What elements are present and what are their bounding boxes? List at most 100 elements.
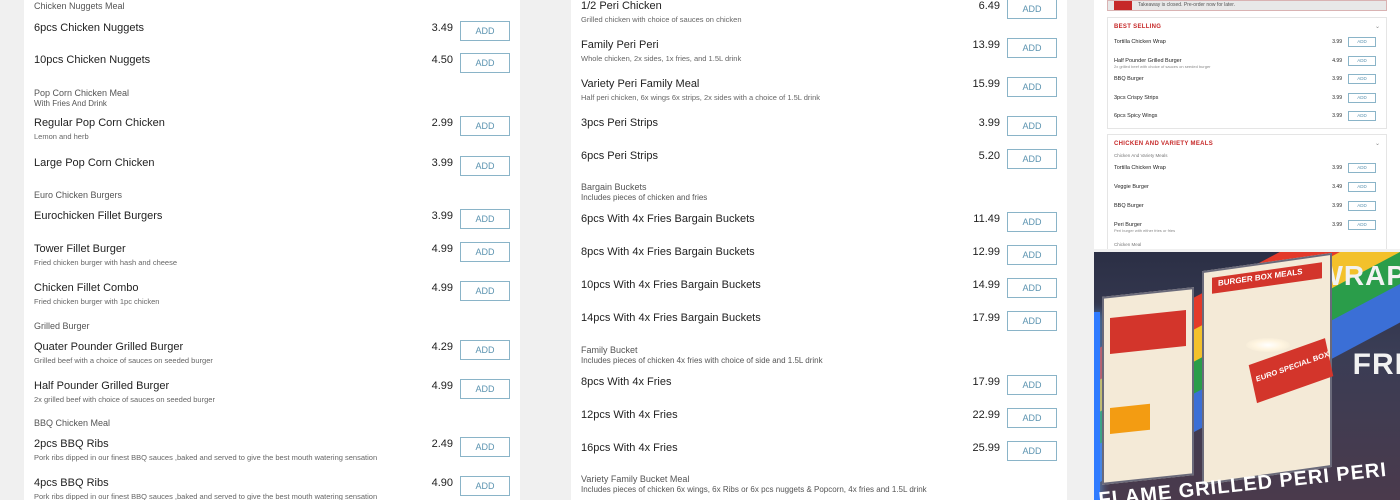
- preview-item-price: 3.99: [1332, 203, 1342, 209]
- menu-item-price: 6.49: [978, 0, 1000, 12]
- restaurant-logo: [1114, 1, 1132, 10]
- add-to-order-button[interactable]: ADD: [1007, 408, 1057, 428]
- menu-item-price: 4.99: [431, 243, 453, 255]
- led-strip: [1094, 312, 1100, 500]
- menu-item: Regular Pop Corn Chicken Lemon and herb 2.…: [34, 116, 510, 147]
- menu-item: 6pcs Peri Strips 5.20 ADD: [581, 149, 1057, 180]
- euro-special-box-text: EURO SPECIAL BOX: [1255, 349, 1330, 384]
- preview-add-button[interactable]: ADD: [1348, 163, 1376, 173]
- preview-item-price: 3.99: [1332, 113, 1342, 119]
- menu-item-description: Grilled chicken with choice of sauces on…: [581, 15, 742, 24]
- menu-item-description: Fried chicken burger with 1pc chicken: [34, 297, 160, 306]
- add-to-order-button[interactable]: ADD: [460, 281, 510, 301]
- preview-item-price: 3.99: [1332, 222, 1342, 228]
- best-selling-section: BEST SELLING ⌄ Tortilla Chicken Wrap 3.99…: [1107, 17, 1387, 129]
- preview-add-button[interactable]: ADD: [1348, 55, 1376, 66]
- add-to-order-button[interactable]: ADD: [460, 340, 510, 360]
- menu-item-description: Half peri chicken, 6x wings 6x strips, 2…: [581, 93, 820, 102]
- preview-menu-item: Half Pounder Grilled Burger 2x grilled be…: [1114, 55, 1380, 70]
- add-to-order-button[interactable]: ADD: [460, 116, 510, 136]
- preview-add-button[interactable]: ADD: [1348, 111, 1376, 121]
- preview-menu-item: BBQ Burger 3.99 ADD: [1114, 201, 1380, 215]
- preview-add-button[interactable]: ADD: [1348, 201, 1376, 211]
- menu-item: 10pcs With 4x Fries Bargain Buckets 14.99…: [581, 278, 1057, 309]
- menu-item-price: 4.99: [431, 282, 453, 294]
- menu-item: 14pcs With 4x Fries Bargain Buckets 17.99…: [581, 311, 1057, 342]
- menu-item: Tower Fillet Burger Fried chicken burger …: [34, 242, 510, 273]
- menu-item: 6pcs With 4x Fries Bargain Buckets 11.49 A…: [581, 212, 1057, 243]
- add-to-order-button[interactable]: ADD: [1007, 0, 1057, 19]
- preview-menu-item: BBQ Burger 3.99 ADD: [1114, 74, 1380, 88]
- menu-item: 10pcs Chicken Nuggets 4.50 ADD: [34, 53, 510, 84]
- menu-item: Half Pounder Grilled Burger 2x grilled be…: [34, 379, 510, 410]
- preview-add-button[interactable]: ADD: [1348, 37, 1376, 47]
- menu-item: 2pcs BBQ Ribs Pork ribs dipped in our fin…: [34, 437, 510, 468]
- menu-item-price: 3.99: [431, 157, 453, 169]
- add-to-order-button[interactable]: ADD: [1007, 38, 1057, 58]
- section-subtitle: With Fries And Drink: [34, 99, 107, 108]
- menu-item-price: 5.20: [978, 150, 1000, 162]
- menu-item-price: 17.99: [972, 376, 1000, 388]
- poster-header: BURGER BOX MEALS: [1212, 262, 1322, 294]
- add-to-order-button[interactable]: ADD: [1007, 77, 1057, 97]
- add-to-order-button[interactable]: ADD: [460, 156, 510, 176]
- menu-item-price: 4.29: [431, 341, 453, 353]
- add-to-order-button[interactable]: ADD: [460, 21, 510, 41]
- menu-poster-left: [1102, 287, 1194, 485]
- preview-item-description: 2x grilled beef with choice of sauces on…: [1114, 63, 1211, 69]
- preview-item-price: 4.99: [1332, 57, 1342, 64]
- add-to-order-button[interactable]: ADD: [460, 437, 510, 457]
- add-to-order-button[interactable]: ADD: [1007, 212, 1057, 232]
- variety-meals-subtitle: Chicken And Variety Meals: [1114, 153, 1168, 158]
- add-to-order-button[interactable]: ADD: [1007, 116, 1057, 136]
- preview-item-price: 3.99: [1332, 76, 1342, 82]
- menu-item-price: 13.99: [972, 39, 1000, 51]
- preview-add-button[interactable]: ADD: [1348, 92, 1376, 103]
- add-to-order-button[interactable]: ADD: [460, 476, 510, 496]
- add-to-order-button[interactable]: ADD: [1007, 375, 1057, 395]
- menu-item-description: Pork ribs dipped in our finest BBQ sauce…: [34, 453, 378, 462]
- preview-item-name: BBQ Burger: [1114, 203, 1144, 209]
- add-to-order-button[interactable]: ADD: [1007, 278, 1057, 298]
- mobile-menu-preview: Takeaway is closed. Pre-order now for la…: [1094, 0, 1400, 249]
- section-title: Family Bucket: [581, 345, 638, 355]
- menu-item-price: 14.99: [972, 279, 1000, 291]
- section-title: Chicken Nuggets Meal: [34, 1, 125, 11]
- add-to-order-button[interactable]: ADD: [1007, 245, 1057, 265]
- menu-item-description: Whole chicken, 2x sides, 1x fries, and 1…: [581, 54, 742, 63]
- menu-item: 6pcs Chicken Nuggets 3.49 ADD: [34, 21, 510, 52]
- chevron-down-icon[interactable]: ⌄: [1375, 23, 1380, 30]
- preview-menu-item: 3pcs Crispy Strips 3.99 ADD: [1114, 92, 1380, 107]
- menu-item-description: 2x grilled beef with choice of sauces on…: [34, 395, 215, 404]
- add-to-order-button[interactable]: ADD: [1007, 311, 1057, 331]
- preview-add-button[interactable]: ADD: [1348, 182, 1376, 192]
- chevron-down-icon[interactable]: ⌄: [1375, 140, 1380, 147]
- add-to-order-button[interactable]: ADD: [460, 209, 510, 229]
- closed-banner: Takeaway is closed. Pre-order now for la…: [1107, 0, 1387, 11]
- menu-item: Variety Peri Family Meal Half peri chicke…: [581, 77, 1057, 108]
- preview-menu-item: 6pcs Spicy Wings 3.99 ADD: [1114, 111, 1380, 125]
- preview-item-price: 3.49: [1332, 184, 1342, 190]
- menu-item: 16pcs With 4x Fries 25.99 ADD: [581, 441, 1057, 472]
- preview-add-button[interactable]: ADD: [1348, 74, 1376, 84]
- preview-item-name: Veggie Burger: [1114, 184, 1149, 190]
- wall-text-fri: FRI: [1352, 348, 1400, 381]
- add-to-order-button[interactable]: ADD: [1007, 441, 1057, 461]
- preview-item-price: 3.99: [1332, 165, 1342, 171]
- preview-menu-item: Veggie Burger 3.49 ADD: [1114, 182, 1380, 196]
- preview-menu-item: Peri Burger Peri burger with either fries…: [1114, 220, 1380, 234]
- add-to-order-button[interactable]: ADD: [460, 53, 510, 73]
- preview-add-button[interactable]: ADD: [1348, 220, 1376, 230]
- add-to-order-button[interactable]: ADD: [1007, 149, 1057, 169]
- menu-item-price: 4.90: [431, 477, 453, 489]
- closed-banner-text: Takeaway is closed. Pre-order now for la…: [1138, 2, 1235, 8]
- chicken-meal-heading: Chicken Meal: [1114, 242, 1142, 247]
- menu-item: 1/2 Peri Chicken Grilled chicken with cho…: [581, 0, 1057, 30]
- preview-item-name: 6pcs Spicy Wings: [1114, 113, 1158, 119]
- add-to-order-button[interactable]: ADD: [460, 242, 510, 262]
- menu-item: Family Peri Peri Whole chicken, 2x sides,…: [581, 38, 1057, 69]
- menu-poster-centre: BURGER BOX MEALS EURO SPECIAL BOX: [1202, 252, 1334, 486]
- add-to-order-button[interactable]: ADD: [460, 379, 510, 399]
- menu-item: 4pcs BBQ Ribs Pork ribs dipped in our fin…: [34, 476, 510, 500]
- section-title: Euro Chicken Burgers: [34, 190, 123, 200]
